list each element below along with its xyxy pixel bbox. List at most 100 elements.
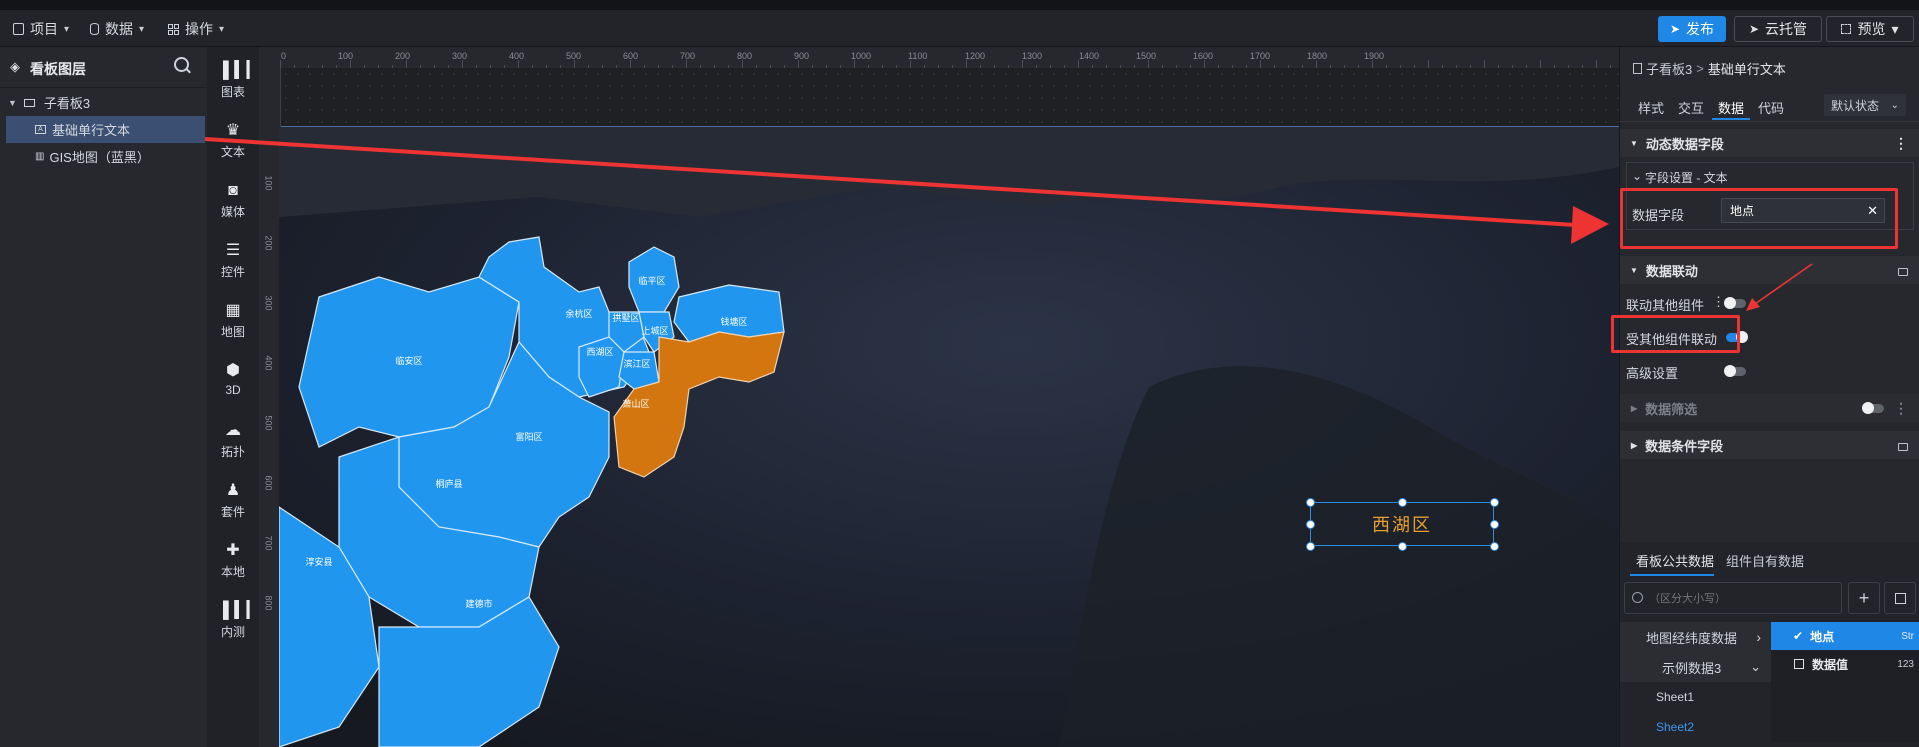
ruler-tick-label: 1300	[1022, 51, 1043, 61]
rail-item-beta[interactable]: ▌▍▎ 内测	[207, 595, 259, 647]
resize-handle[interactable]	[1398, 542, 1407, 551]
layer-item-text[interactable]: A 基础单行文本	[6, 116, 205, 143]
cloud-host-label: 云托管	[1765, 21, 1808, 37]
resize-handle[interactable]	[1306, 542, 1315, 551]
label-fuyang: 富阳区	[515, 431, 542, 442]
dataset-search-input[interactable]	[1647, 589, 1836, 609]
rail-item-map[interactable]: ▦ 地图	[207, 295, 259, 347]
data-source-panel: 看板公共数据 组件自有数据 + 地图经纬度数据 › 示例数据3 ⌄ Sheet1…	[1620, 542, 1919, 747]
search-icon-handle	[186, 68, 191, 74]
ruler-left: 100 200 300 400 500 600 700 800	[259, 68, 281, 747]
field-item[interactable]: ✔ 地点 Str	[1771, 622, 1919, 650]
linkage-row-advanced: 高级设置	[1620, 360, 1919, 382]
caret-down-icon: ▼	[1630, 138, 1638, 148]
dataset-sheet-active[interactable]: Sheet2	[1620, 712, 1771, 742]
label-gongshu: 拱墅区	[612, 312, 639, 323]
menu-operation[interactable]: 操作 ▾	[168, 19, 224, 39]
resize-handle[interactable]	[1398, 498, 1407, 507]
resize-handle[interactable]	[1490, 498, 1499, 507]
dataset-item[interactable]: 示例数据3 ⌄	[1620, 652, 1771, 682]
preview-button[interactable]: 预览 ▾	[1826, 16, 1914, 42]
state-select[interactable]: 默认状态 ⌄	[1824, 94, 1906, 116]
add-dataset-button[interactable]: +	[1848, 582, 1880, 614]
section-data-filter[interactable]: ▶ 数据筛选 ⋮	[1620, 394, 1919, 422]
resize-handle[interactable]	[1306, 520, 1315, 529]
lock-icon[interactable]	[1898, 443, 1908, 451]
chart-icon: ▌▍▎	[223, 602, 259, 619]
ruler-tick	[280, 60, 281, 68]
label-xihu: 西湖区	[586, 347, 613, 357]
field-item-label: 地点	[1810, 629, 1835, 644]
ruler-tick-label: 1800	[1307, 51, 1328, 61]
section-data-linkage[interactable]: ▼ 数据联动	[1620, 256, 1919, 284]
rail-item-media[interactable]: ◙ 媒体	[207, 175, 259, 227]
dataset-item-label: 示例数据3	[1662, 660, 1722, 676]
ruler-tick	[406, 60, 407, 68]
region-xihu	[578, 336, 625, 398]
rail-item-local[interactable]: ✚ 本地	[207, 535, 259, 587]
toggle-link-others[interactable]	[1724, 297, 1746, 309]
menu-data[interactable]: 数据 ▾	[90, 19, 144, 39]
dataset-sheet[interactable]: Sheet1	[1620, 682, 1771, 712]
ruler-tick	[1148, 60, 1149, 68]
chevron-down-icon: ▾	[139, 23, 145, 35]
rail-item-chart[interactable]: ▌▍▎ 图表	[207, 55, 259, 107]
tab-style[interactable]: 样式	[1638, 98, 1664, 117]
chevron-right-icon: ›	[1756, 629, 1761, 645]
resize-handle[interactable]	[1490, 542, 1499, 551]
rail-item-suite[interactable]: ♟ 套件	[207, 475, 259, 527]
more-icon[interactable]: ⋮	[1894, 135, 1908, 152]
edit-dataset-button[interactable]	[1884, 582, 1916, 614]
document-icon	[1633, 63, 1642, 74]
field-item[interactable]: 数据值 123	[1771, 650, 1919, 678]
caret-right-icon: ▶	[1631, 440, 1638, 450]
ruler-tick-label: 500	[263, 415, 274, 431]
rail-item-topology[interactable]: ☁ 拓扑	[207, 415, 259, 467]
selected-text-widget[interactable]: 西湖区	[1310, 502, 1494, 546]
layer-item-subboard[interactable]: ▼ 子看板3	[0, 89, 207, 116]
menu-project[interactable]: 项目 ▾	[13, 19, 69, 39]
dataset-item[interactable]: 地图经纬度数据 ›	[1620, 622, 1771, 652]
layer-item-gis-map[interactable]: ▥ GIS地图（蓝黑）	[6, 143, 205, 170]
label-tonglu: 桐庐县	[435, 478, 462, 489]
section-title: 数据筛选	[1645, 401, 1698, 417]
document-icon	[13, 23, 24, 35]
more-icon[interactable]: ⋮	[1894, 400, 1908, 417]
publish-button[interactable]: ➤ 发布	[1658, 16, 1726, 42]
ruler-tick-label: 1200	[965, 51, 986, 61]
cloud-host-button[interactable]: ➤ 云托管	[1734, 16, 1822, 42]
section-dynamic-fields[interactable]: ▼ 动态数据字段 ⋮	[1620, 129, 1919, 157]
resize-handle[interactable]	[1490, 520, 1499, 529]
lock-icon[interactable]	[1898, 268, 1908, 276]
ruler-tick-label: 300	[263, 295, 274, 311]
breadcrumb-parent[interactable]: 子看板3	[1646, 59, 1692, 78]
ruler-tick	[1078, 60, 1079, 68]
edit-icon	[1894, 592, 1906, 604]
rail-item-label: 控件	[220, 265, 245, 279]
ruler-tick-label: 200	[395, 51, 411, 61]
rail-item-text[interactable]: ♛ 文本	[207, 115, 259, 167]
rail-item-3d[interactable]: ⬢ 3D	[207, 353, 259, 405]
publish-label: 发布	[1686, 21, 1715, 37]
toggle-advanced[interactable]	[1724, 365, 1746, 377]
tab-own-data[interactable]: 组件自有数据	[1726, 551, 1804, 570]
ruler-tick	[1022, 60, 1023, 68]
tab-code[interactable]: 代码	[1758, 98, 1784, 117]
ruler-tick	[574, 60, 575, 68]
tab-data[interactable]: 数据	[1718, 98, 1744, 117]
section-condition-fields[interactable]: ▶ 数据条件字段	[1620, 431, 1919, 459]
gis-map[interactable]: 临安区 余杭区 临平区 拱墅区 上城区 钱塘区 西湖区 滨江区 萧山区 富阳区 …	[279, 127, 1619, 747]
linkage-row-link-others: 联动其他组件 ⋮	[1620, 292, 1919, 314]
tab-public-data[interactable]: 看板公共数据	[1636, 551, 1714, 570]
rail-item-label: 图表	[220, 85, 245, 99]
rail-item-control[interactable]: ☰ 控件	[207, 235, 259, 287]
label-qiantang: 钱塘区	[720, 316, 747, 327]
resize-handle[interactable]	[1306, 498, 1315, 507]
toggle-knob	[1862, 402, 1874, 414]
tab-interaction[interactable]: 交互	[1678, 98, 1704, 117]
ruler-tick-label: 100	[263, 175, 274, 191]
crown-icon: ♛	[225, 122, 241, 139]
dataset-search[interactable]	[1624, 582, 1842, 614]
ruler-tick-label: 800	[263, 595, 274, 611]
toggle-filter[interactable]	[1862, 402, 1884, 414]
